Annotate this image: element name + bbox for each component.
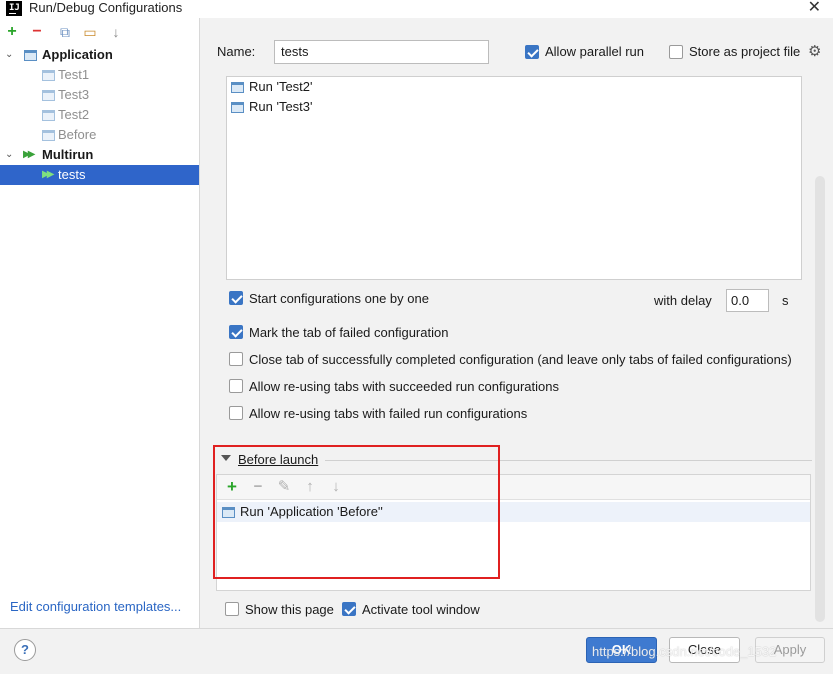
configuration-editor: Name: tests Allow parallel run Store as … (201, 18, 833, 628)
scrollbar-thumb[interactable] (815, 176, 825, 622)
list-item[interactable]: Run 'Test2' (227, 77, 801, 97)
tree-item-label: Test1 (58, 67, 90, 82)
start-one-by-one-label: Start configurations one by one (249, 291, 429, 306)
configurations-sidebar: + − ⧉ ▭ ↓ ⌄ Application Test1 Test3 Test… (0, 18, 200, 628)
copy-configuration-icon[interactable]: ⧉ (56, 22, 74, 42)
list-item[interactable]: Run 'Test3' (227, 97, 801, 117)
expand-chevron-icon[interactable]: ⌄ (5, 45, 13, 65)
allow-parallel-run-checkbox[interactable] (525, 45, 539, 59)
add-task-icon[interactable]: + (223, 478, 241, 496)
delay-unit-label: s (782, 293, 789, 308)
list-item-label: Run 'Test3' (249, 99, 313, 114)
activate-tool-window-checkbox[interactable] (342, 602, 356, 616)
mark-failed-tab-label: Mark the tab of failed configuration (249, 325, 449, 340)
collapse-arrow-icon[interactable] (221, 455, 231, 461)
expand-chevron-icon[interactable]: ⌄ (5, 145, 13, 165)
application-config-icon (42, 90, 55, 101)
reuse-succeeded-tabs-checkbox[interactable] (229, 379, 243, 393)
tree-item-test2[interactable]: Test2 (0, 105, 199, 125)
mark-failed-tab-checkbox[interactable] (229, 325, 243, 339)
start-one-by-one-checkbox[interactable] (229, 291, 243, 305)
multirun-icon: ▶▶ (23, 149, 36, 160)
tree-item-label: Test3 (58, 87, 90, 102)
application-config-icon (42, 110, 55, 121)
allow-parallel-run-label: Allow parallel run (545, 44, 644, 59)
tree-item-label: Test2 (58, 107, 90, 122)
tree-item-label: tests (58, 167, 86, 182)
tree-item-label: Before (58, 127, 97, 142)
activate-tool-window-label: Activate tool window (362, 602, 480, 617)
show-this-page-label: Show this page (245, 602, 334, 617)
edit-task-icon[interactable]: ✎ (275, 478, 293, 496)
title-bar: IJ Run/Debug Configurations ✕ (0, 0, 833, 18)
store-as-project-file-label: Store as project file (689, 44, 801, 59)
sidebar-toolbar: + − ⧉ ▭ ↓ (0, 22, 200, 44)
reuse-failed-tabs-label: Allow re-using tabs with failed run conf… (249, 406, 528, 421)
list-item-label: Run 'Test2' (249, 79, 313, 94)
delay-input[interactable]: 0.0 (726, 289, 769, 312)
close-button[interactable]: Close (669, 637, 740, 663)
tree-item-test1[interactable]: Test1 (0, 65, 199, 85)
intellij-app-icon: IJ (6, 1, 22, 16)
multirun-icon: ▶▶ (42, 169, 55, 180)
before-launch-item-label: Run 'Application 'Before'' (240, 504, 383, 519)
reuse-failed-tabs-checkbox[interactable] (229, 406, 243, 420)
tree-item-test3[interactable]: Test3 (0, 85, 199, 105)
move-into-folder-icon[interactable]: ▭ (81, 22, 99, 42)
apply-button[interactable]: Apply (755, 637, 825, 663)
tree-item-application[interactable]: ⌄ Application (0, 45, 199, 65)
sort-configurations-icon[interactable]: ↓ (107, 22, 125, 42)
tree-item-tests[interactable]: ▶▶ tests (0, 165, 199, 185)
close-successful-tab-checkbox[interactable] (229, 352, 243, 366)
store-as-project-file-checkbox[interactable] (669, 45, 683, 59)
before-launch-title: Before launch (238, 452, 319, 467)
window-close-icon[interactable]: ✕ (808, 0, 821, 17)
edit-configuration-templates-link[interactable]: Edit configuration templates... (10, 599, 181, 614)
tree-item-label: Application (42, 47, 113, 62)
window-title: Run/Debug Configurations (29, 0, 183, 15)
application-config-icon (42, 70, 55, 81)
dialog-button-bar: ? OK Close Apply https://blog.csdn.net/c… (0, 628, 833, 674)
move-down-icon[interactable]: ↓ (327, 478, 345, 496)
help-icon[interactable]: ? (14, 639, 36, 661)
run-configurations-list: Run 'Test2' Run 'Test3' (226, 76, 802, 280)
move-up-icon[interactable]: ↑ (301, 478, 319, 496)
application-config-icon (231, 102, 244, 113)
application-config-icon (42, 130, 55, 141)
ok-button[interactable]: OK (586, 637, 657, 663)
close-successful-tab-label: Close tab of successfully completed conf… (249, 352, 792, 367)
with-delay-label: with delay (654, 293, 712, 308)
add-configuration-icon[interactable]: + (3, 22, 21, 42)
gear-icon[interactable]: ⚙ (808, 42, 821, 60)
reuse-succeeded-tabs-label: Allow re-using tabs with succeeded run c… (249, 379, 560, 394)
before-launch-toolbar: + − ✎ ↑ ↓ (217, 475, 810, 500)
remove-configuration-icon[interactable]: − (28, 22, 46, 42)
tree-item-multirun[interactable]: ⌄ ▶▶ Multirun (0, 145, 199, 165)
tree-item-before[interactable]: Before (0, 125, 199, 145)
application-config-icon (231, 82, 244, 93)
application-config-icon (222, 507, 235, 518)
configuration-tree: ⌄ Application Test1 Test3 Test2 Before ⌄… (0, 45, 199, 185)
before-launch-panel: + − ✎ ↑ ↓ Run 'Application 'Before'' (216, 474, 811, 591)
tree-item-label: Multirun (42, 147, 94, 162)
name-input[interactable]: tests (274, 40, 489, 64)
show-this-page-checkbox[interactable] (225, 602, 239, 616)
name-label: Name: (217, 44, 256, 59)
section-divider (325, 460, 812, 461)
remove-task-icon[interactable]: − (249, 478, 267, 496)
application-config-icon (24, 50, 37, 61)
before-launch-item[interactable]: Run 'Application 'Before'' (217, 502, 810, 522)
